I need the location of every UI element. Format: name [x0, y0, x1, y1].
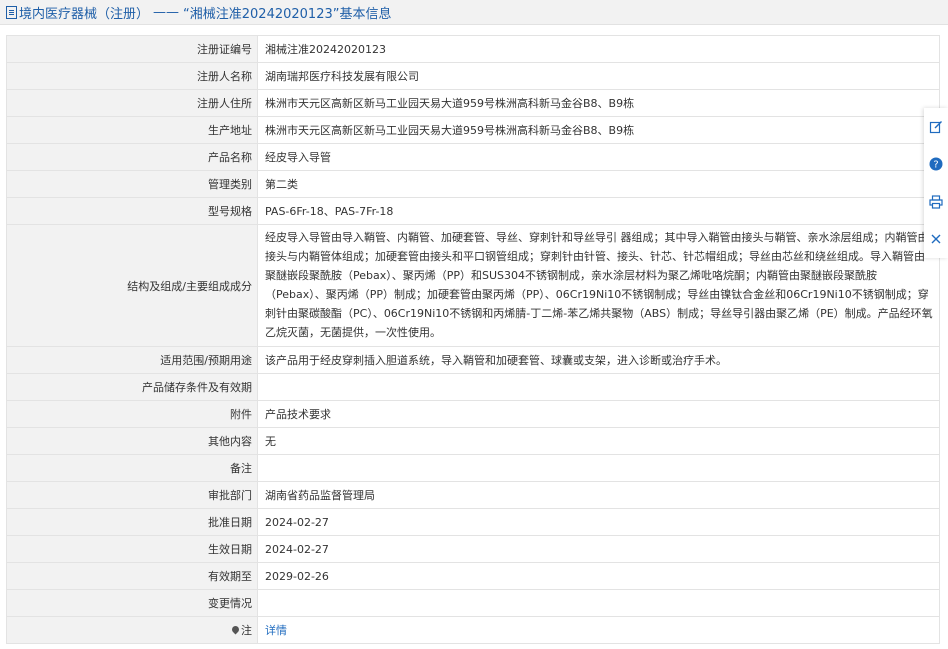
row-label: 产品储存条件及有效期 — [6, 373, 258, 401]
row-value — [257, 373, 940, 401]
header-category[interactable]: 境内医疗器械（注册） — [19, 3, 149, 22]
edit-icon[interactable] — [924, 108, 948, 146]
close-icon[interactable] — [924, 221, 948, 259]
svg-text:?: ? — [933, 160, 938, 171]
table-row: 生效日期 2024-02-27 — [6, 535, 940, 563]
help-icon[interactable]: ? — [924, 146, 948, 184]
breadcrumb-header: 境内医疗器械（注册） —— “湘械注准20242020123”基本信息 — [0, 0, 948, 25]
table-row: 结构及组成/主要组成成分 经皮导入导管由导入鞘管、内鞘管、加硬套管、导丝、穿刺针和… — [6, 224, 940, 347]
table-row: 注册证编号 湘械注准20242020123 — [6, 35, 940, 63]
row-value: 经皮导入导管 — [257, 143, 940, 171]
table-row: 注 详情 — [6, 616, 940, 644]
table-row: 型号规格 PAS-6Fr-18、PAS-7Fr-18 — [6, 197, 940, 225]
row-label: 附件 — [6, 400, 258, 428]
row-value — [257, 589, 940, 617]
table-row: 产品名称 经皮导入导管 — [6, 143, 940, 171]
row-label: 注册人名称 — [6, 62, 258, 90]
header-title: “湘械注准20242020123”基本信息 — [183, 6, 392, 22]
row-label: 注册证编号 — [6, 35, 258, 63]
row-label: 生效日期 — [6, 535, 258, 563]
table-row: 审批部门 湖南省药品监督管理局 — [6, 481, 940, 509]
row-label: 其他内容 — [6, 427, 258, 455]
table-row: 附件 产品技术要求 — [6, 400, 940, 428]
table-row: 管理类别 第二类 — [6, 170, 940, 198]
table-row: 变更情况 — [6, 589, 940, 617]
table-row: 有效期至 2029-02-26 — [6, 562, 940, 590]
row-label: 备注 — [6, 454, 258, 482]
row-value: 第二类 — [257, 170, 940, 198]
row-value: 湖南瑞邦医疗科技发展有限公司 — [257, 62, 940, 90]
side-toolbar: ? — [924, 108, 948, 258]
note-label-cell: 注 — [6, 616, 258, 644]
row-value: 无 — [257, 427, 940, 455]
row-label: 适用范围/预期用途 — [6, 346, 258, 374]
table-row: 适用范围/预期用途 该产品用于经皮穿刺插入胆道系统，导入鞘管和加硬套管、球囊或支架… — [6, 346, 940, 374]
row-label: 生产地址 — [6, 116, 258, 144]
row-value: 株洲市天元区高新区新马工业园天易大道959号株洲高科新马金谷B8、B9栋 — [257, 89, 940, 117]
registration-info-table: 注册证编号 湘械注准20242020123 注册人名称 湖南瑞邦医疗科技发展有限公司… — [6, 35, 940, 644]
row-value: 2029-02-26 — [257, 562, 940, 590]
map-pin-icon — [230, 624, 241, 635]
row-label: 变更情况 — [6, 589, 258, 617]
row-label: 型号规格 — [6, 197, 258, 225]
row-value: PAS-6Fr-18、PAS-7Fr-18 — [257, 197, 940, 225]
header-separator: —— — [153, 4, 180, 20]
row-value: 2024-02-27 — [257, 535, 940, 563]
table-row: 注册人名称 湖南瑞邦医疗科技发展有限公司 — [6, 62, 940, 90]
row-value: 湖南省药品监督管理局 — [257, 481, 940, 509]
table-row: 产品储存条件及有效期 — [6, 373, 940, 401]
row-label: 结构及组成/主要组成成分 — [6, 224, 258, 347]
row-value: 产品技术要求 — [257, 400, 940, 428]
row-label: 管理类别 — [6, 170, 258, 198]
row-value: 湘械注准20242020123 — [257, 35, 940, 63]
note-value-cell: 详情 — [257, 616, 940, 644]
row-value: 株洲市天元区高新区新马工业园天易大道959号株洲高科新马金谷B8、B9栋 — [257, 116, 940, 144]
table-row: 批准日期 2024-02-27 — [6, 508, 940, 536]
table-row: 注册人住所 株洲市天元区高新区新马工业园天易大道959号株洲高科新马金谷B8、B9… — [6, 89, 940, 117]
note-label: 注 — [241, 624, 252, 637]
row-value: 2024-02-27 — [257, 508, 940, 536]
details-link[interactable]: 详情 — [265, 624, 287, 637]
document-icon — [6, 5, 17, 19]
table-row: 生产地址 株洲市天元区高新区新马工业园天易大道959号株洲高科新马金谷B8、B9栋 — [6, 116, 940, 144]
row-value: 该产品用于经皮穿刺插入胆道系统，导入鞘管和加硬套管、球囊或支架，进入诊断或治疗手… — [257, 346, 940, 374]
row-label: 有效期至 — [6, 562, 258, 590]
row-label: 注册人住所 — [6, 89, 258, 117]
row-value: 经皮导入导管由导入鞘管、内鞘管、加硬套管、导丝、穿刺针和导丝导引 器组成；其中导… — [257, 224, 940, 347]
row-label: 产品名称 — [6, 143, 258, 171]
table-row: 其他内容无 — [6, 427, 940, 455]
table-row: 备注 — [6, 454, 940, 482]
row-label: 审批部门 — [6, 481, 258, 509]
print-icon[interactable] — [924, 183, 948, 221]
row-value — [257, 454, 940, 482]
row-label: 批准日期 — [6, 508, 258, 536]
